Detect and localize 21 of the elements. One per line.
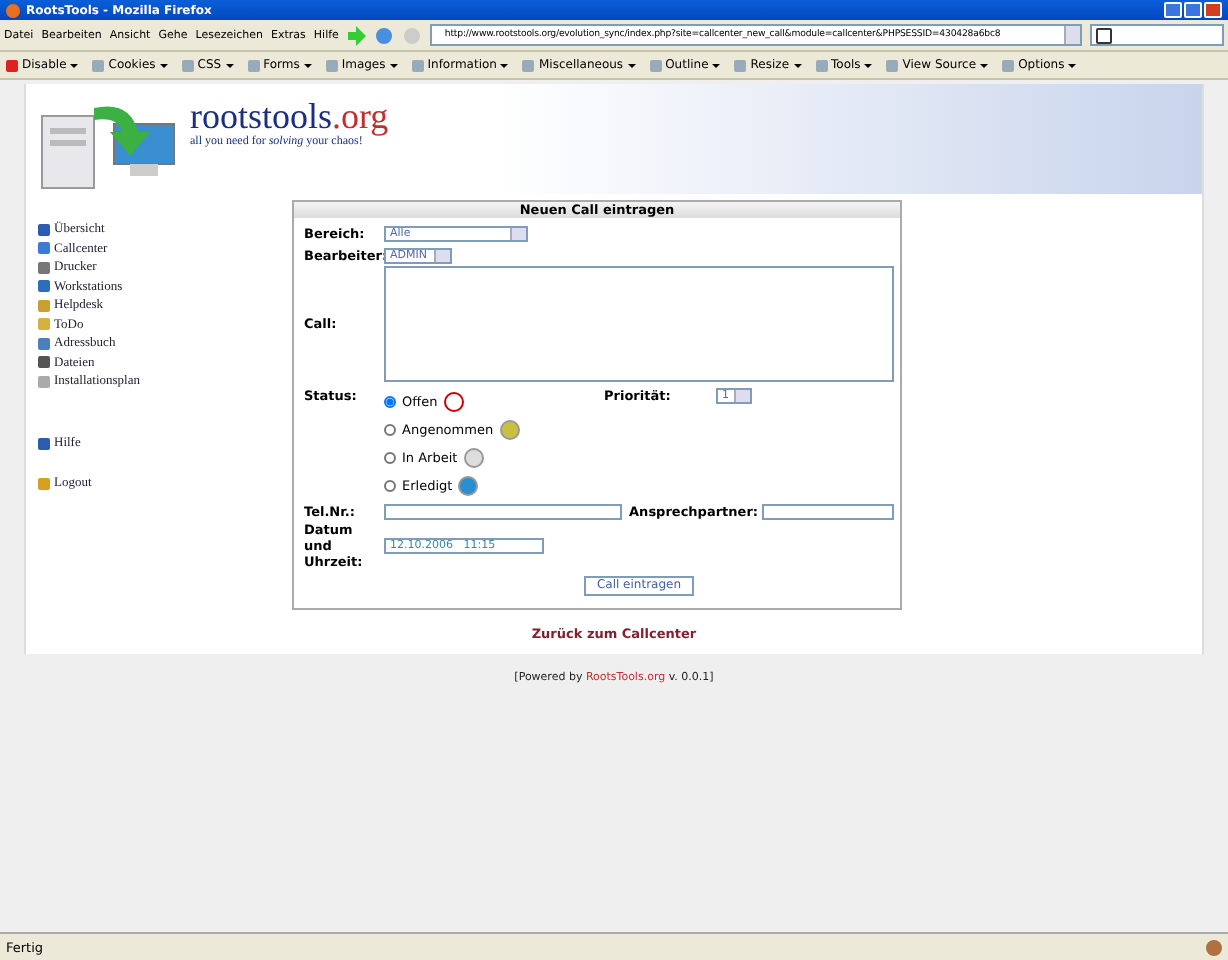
minimize-button[interactable] <box>1164 2 1182 18</box>
phone-input[interactable] <box>384 503 622 519</box>
status-icon <box>1206 939 1222 955</box>
status-icon <box>458 476 479 496</box>
logo-name: rootstools <box>190 100 333 134</box>
call-textarea[interactable] <box>384 266 894 382</box>
status-icon <box>443 392 464 412</box>
close-button[interactable] <box>1204 2 1222 18</box>
status-radio[interactable] <box>384 424 396 436</box>
status-radio[interactable] <box>384 396 396 408</box>
status-radio[interactable] <box>384 452 396 464</box>
status-radio[interactable] <box>384 480 396 492</box>
status-icon <box>499 420 520 440</box>
contact-input[interactable] <box>762 503 894 519</box>
firefox-icon <box>6 3 20 17</box>
search-engine-icon[interactable] <box>1096 27 1113 43</box>
status-icon <box>463 448 484 468</box>
search-field[interactable] <box>1090 24 1224 46</box>
logo-domain: .org <box>332 100 389 134</box>
maximize-button[interactable] <box>1184 2 1202 18</box>
reload-icon[interactable] <box>374 25 395 45</box>
